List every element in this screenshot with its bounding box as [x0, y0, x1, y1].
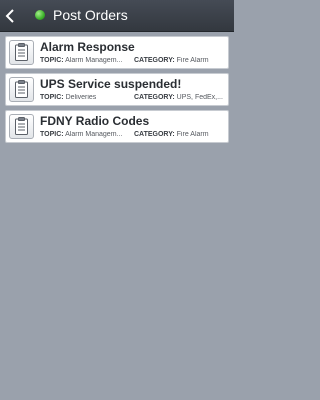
page-title: Post Orders [53, 7, 128, 23]
category-value: Fire Alarm [176, 131, 209, 138]
back-button[interactable] [0, 0, 24, 32]
status-indicator [35, 10, 45, 20]
category-value: Fire Alarm [176, 57, 209, 64]
chevron-left-icon [5, 9, 14, 23]
category-value: UPS, FedEx,... [176, 94, 223, 101]
post-order-category: CATEGORY: UPS, FedEx,... [134, 94, 226, 101]
post-order-topic: TOPIC: Alarm Managem... [40, 131, 132, 138]
clipboard-icon [9, 114, 34, 139]
post-order-topic: TOPIC: Alarm Managem... [40, 57, 132, 64]
category-label: CATEGORY: [134, 57, 175, 64]
top-bar: Post Orders [0, 0, 234, 32]
topic-value: Alarm Managem... [65, 131, 123, 138]
post-orders-list: Alarm Response TOPIC: Alarm Managem... C… [5, 36, 229, 147]
post-order-title: UPS Service suspended! [40, 77, 182, 91]
post-order-title: Alarm Response [40, 40, 135, 54]
post-order-topic: TOPIC: Deliveries [40, 94, 132, 101]
topic-value: Alarm Managem... [65, 57, 123, 64]
category-label: CATEGORY: [134, 94, 175, 101]
topic-label: TOPIC: [40, 131, 64, 138]
post-order-item[interactable]: Alarm Response TOPIC: Alarm Managem... C… [5, 36, 229, 69]
clipboard-icon [9, 77, 34, 102]
clipboard-icon [9, 40, 34, 65]
post-order-title: FDNY Radio Codes [40, 114, 150, 128]
post-order-item[interactable]: FDNY Radio Codes TOPIC: Alarm Managem...… [5, 110, 229, 143]
post-order-category: CATEGORY: Fire Alarm [134, 131, 226, 138]
topic-value: Deliveries [65, 94, 97, 101]
post-order-item[interactable]: UPS Service suspended! TOPIC: Deliveries… [5, 73, 229, 106]
topic-label: TOPIC: [40, 57, 64, 64]
category-label: CATEGORY: [134, 131, 175, 138]
topic-label: TOPIC: [40, 94, 64, 101]
post-order-category: CATEGORY: Fire Alarm [134, 57, 226, 64]
